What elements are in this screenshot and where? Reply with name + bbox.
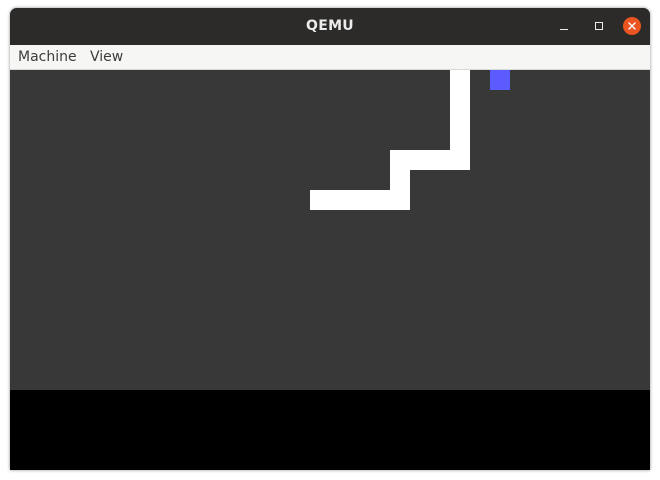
snake-food xyxy=(490,70,510,90)
qemu-window: QEMU Machine View xyxy=(10,8,650,470)
close-icon xyxy=(628,22,636,30)
menu-machine[interactable]: Machine xyxy=(18,45,77,70)
maximize-button[interactable] xyxy=(590,17,608,35)
guest-display[interactable] xyxy=(10,70,650,470)
menu-bar: Machine View xyxy=(10,45,650,70)
menu-view[interactable]: View xyxy=(90,45,123,70)
close-button[interactable] xyxy=(623,17,641,35)
window-title: QEMU xyxy=(306,18,354,34)
snake-segment xyxy=(310,190,410,210)
maximize-icon xyxy=(595,22,603,30)
minimize-icon xyxy=(560,29,568,30)
minimize-button[interactable] xyxy=(555,17,573,35)
status-band xyxy=(10,390,650,470)
title-bar[interactable]: QEMU xyxy=(10,8,650,45)
